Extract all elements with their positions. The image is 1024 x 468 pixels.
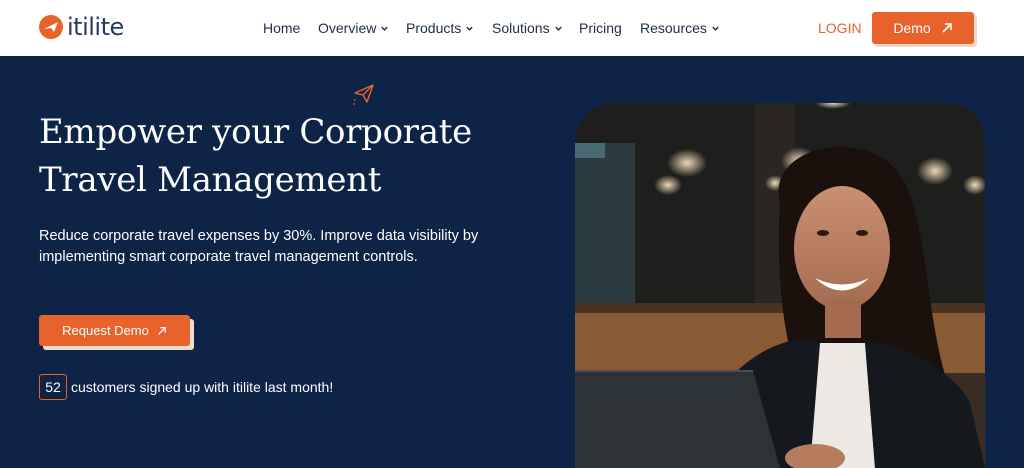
login-link[interactable]: LOGIN <box>818 20 862 36</box>
plane-logo-icon <box>39 15 63 39</box>
arrow-up-right-icon <box>942 23 952 33</box>
chevron-down-icon <box>466 26 473 31</box>
chevron-down-icon <box>381 26 389 31</box>
hero-photo-illustration <box>575 103 985 468</box>
nav-item-home[interactable]: Home <box>263 20 300 36</box>
nav-item-resources[interactable]: Resources <box>640 20 720 36</box>
nav-item-label: Home <box>263 20 301 36</box>
demo-button-label: Demo <box>893 20 931 36</box>
hero-photo <box>575 103 985 468</box>
nav-item-solutions[interactable]: Solutions <box>492 20 563 36</box>
chevron-down-icon <box>712 26 719 31</box>
customer-count-text: customers signed up with itilite last mo… <box>71 379 334 395</box>
nav-item-label: Solutions <box>492 20 550 36</box>
nav-item-label: Pricing <box>579 20 622 36</box>
nav-item-label: Products <box>406 20 462 36</box>
nav-item-label: Overview <box>318 20 377 36</box>
hero-title-line2: Travel Management <box>39 160 382 200</box>
nav-item-products[interactable]: Products <box>406 20 474 36</box>
nav-item-overview[interactable]: Overview <box>318 20 389 36</box>
site-header: itilite Home Overview Products Solutions… <box>0 0 1024 56</box>
demo-button[interactable]: Demo <box>872 12 974 44</box>
nav-item-pricing[interactable]: Pricing <box>579 20 622 36</box>
chevron-down-icon <box>554 26 562 31</box>
brand-name: itilite <box>67 13 124 41</box>
arrow-up-right-icon <box>158 326 166 335</box>
hero-description: Reduce corporate travel expenses by 30%.… <box>39 228 479 265</box>
paper-plane-icon <box>353 84 374 106</box>
logo[interactable]: itilite <box>39 14 124 40</box>
customer-count-badge: 52 <box>39 374 67 400</box>
hero-title: Empower your Corporate Travel Management <box>39 108 499 204</box>
nav-item-label: Resources <box>640 20 707 36</box>
request-demo-button[interactable]: Request Demo <box>39 315 190 346</box>
request-demo-label: Request Demo <box>62 323 149 338</box>
hero-title-line1: Empower your Corporate <box>39 112 472 152</box>
